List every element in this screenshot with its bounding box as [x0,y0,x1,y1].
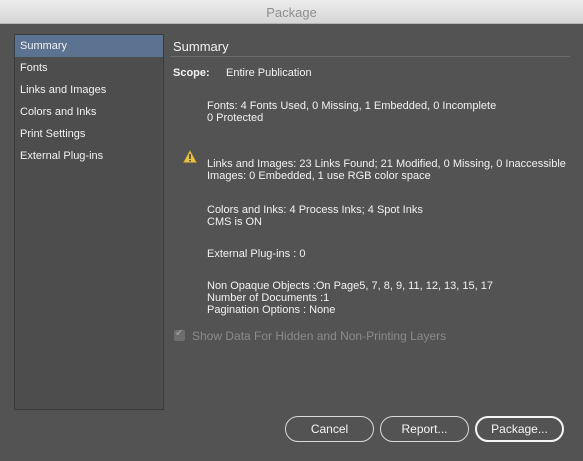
report-button[interactable]: Report... [380,416,469,442]
warning-triangle-icon [183,150,197,163]
title-bar: Package [0,0,583,24]
non-opaque-objects: Non Opaque Objects :On Page5, 7, 8, 9, 1… [207,280,493,292]
sidebar-item-links-and-images[interactable]: Links and Images [15,79,163,101]
cancel-button[interactable]: Cancel [285,416,374,442]
fonts-summary-line2: 0 Protected [207,112,264,124]
pagination-options: Pagination Options : None [207,304,336,316]
sidebar-item-print-settings[interactable]: Print Settings [15,123,163,145]
scope-label: Scope: [173,67,210,79]
plugins-summary: External Plug-ins : 0 [207,248,306,260]
sidebar-item-fonts[interactable]: Fonts [15,57,163,79]
window-title: Package [266,5,317,20]
links-summary-line1: Links and Images: 23 Links Found; 21 Mod… [207,158,566,170]
checkmark-icon: ✔ [175,328,184,339]
section-title: Summary [173,39,229,54]
number-of-documents: Number of Documents :1 [207,292,330,304]
sidebar-item-colors-and-inks[interactable]: Colors and Inks [15,101,163,123]
links-summary-line2: Images: 0 Embedded, 1 use RGB color spac… [207,170,431,182]
colors-summary-line1: Colors and Inks: 4 Process Inks; 4 Spot … [207,204,423,216]
fonts-summary-line1: Fonts: 4 Fonts Used, 0 Missing, 1 Embedd… [207,100,497,112]
package-button[interactable]: Package... [475,416,564,442]
section-divider [170,56,570,57]
sidebar: Summary Fonts Links and Images Colors an… [14,34,164,410]
colors-summary-line2: CMS is ON [207,216,262,228]
scope-value: Entire Publication [226,67,312,79]
sidebar-item-summary[interactable]: Summary [15,35,163,57]
show-hidden-layers-label: Show Data For Hidden and Non-Printing La… [192,329,447,343]
show-hidden-layers-checkbox[interactable]: ✔ [174,328,185,341]
sidebar-item-external-plugins[interactable]: External Plug-ins [15,145,163,167]
